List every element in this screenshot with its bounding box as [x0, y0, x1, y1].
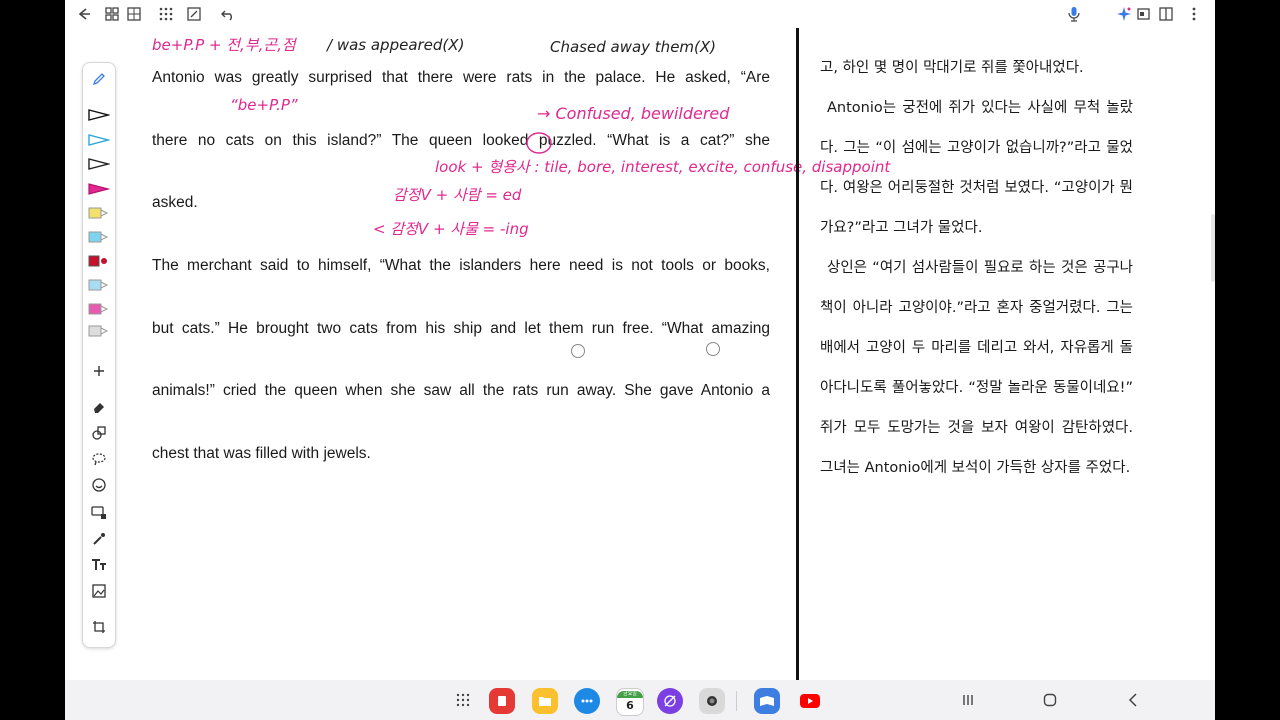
youtube-app-icon[interactable]	[797, 688, 823, 714]
notes-app-icon[interactable]	[489, 688, 515, 714]
english-line: there no cats on this island?” The queen…	[152, 132, 770, 149]
pen-toolbar	[82, 62, 116, 648]
comment-lock-icon[interactable]	[89, 503, 109, 523]
annotation-was-appeared: / was appeared(X)	[327, 36, 465, 54]
korean-line: 가요?”라고 그녀가 물었다.	[820, 220, 983, 236]
selection-handle-end[interactable]	[706, 342, 720, 356]
pen-black-icon[interactable]	[88, 109, 110, 121]
split-icon[interactable]	[1157, 5, 1175, 23]
calendar-day: 6	[626, 698, 634, 712]
selection-handle-start[interactable]	[571, 344, 585, 358]
edit-icon[interactable]	[185, 5, 203, 23]
messages-app-icon[interactable]	[574, 688, 600, 714]
dock-separator	[736, 691, 737, 711]
tablet-screen: Antonio was greatly surprised that there…	[65, 0, 1215, 720]
eraser-icon[interactable]	[89, 397, 109, 417]
annotation-chased-away: Chased away them(X)	[550, 38, 717, 56]
more-icon[interactable]	[1185, 5, 1203, 23]
voice-input-icon[interactable]	[1065, 5, 1083, 23]
annotation-confused: → Confused, bewildered	[537, 104, 730, 123]
korean-line: 다. 여왕은 어리둥절한 것처럼 보였다. “고양이가 뭔	[820, 180, 1133, 196]
lasso-icon[interactable]	[89, 449, 109, 469]
apps-icon[interactable]	[157, 5, 175, 23]
annotation-be-pp-rule: be+P.P + 전,부,곤,점	[152, 36, 296, 54]
korean-line: 아다니도록 풀어놓았다. “정말 놀라운 동물이네요!”	[820, 380, 1133, 396]
highlighter-magenta-icon[interactable]	[88, 303, 110, 315]
image-tool-icon[interactable]	[89, 581, 109, 601]
annotation-emotion-ed: 감정V + 사람 = ed	[393, 186, 522, 204]
camera-app-icon[interactable]	[699, 688, 725, 714]
bottom-navbar: 금요일 6	[65, 680, 1215, 720]
folder-app-icon[interactable]	[532, 688, 558, 714]
undo-icon[interactable]	[219, 5, 237, 23]
annotation-emotion-ing: < 감정V + 사물 = -ing	[373, 220, 529, 238]
pen-dark-icon[interactable]	[88, 158, 110, 170]
top-toolbar	[65, 0, 1215, 28]
korean-line: 고, 하인 몇 명이 막대기로 쥐를 쫓아내었다.	[820, 60, 1084, 76]
korean-line: 책이 아니라 고양이야.”라고 혼자 중얼거렸다. 그는	[820, 300, 1133, 316]
korean-line: 상인은 “여기 섬사람들이 필요로 하는 것은 공구나	[827, 260, 1133, 276]
marker-red-icon[interactable]	[88, 255, 110, 267]
back-nav-icon[interactable]	[1123, 690, 1143, 710]
sparkle-icon[interactable]	[1115, 5, 1133, 23]
side-panel-handle[interactable]	[1211, 214, 1215, 282]
pen-blue-icon[interactable]	[88, 134, 110, 146]
english-line: chest that was filled with jewels.	[152, 445, 371, 462]
view-toggle-icon[interactable]	[103, 5, 121, 23]
page-divider	[796, 28, 799, 680]
book-app-icon[interactable]	[754, 688, 780, 714]
add-pen-icon[interactable]	[89, 361, 109, 381]
recent-apps-icon[interactable]	[958, 690, 978, 710]
korean-line: 쥐가 모두 도망가는 것을 보자 여왕이 감탄하였다.	[820, 420, 1133, 436]
calendar-app-icon[interactable]: 금요일 6	[616, 688, 644, 716]
crop-tool-icon[interactable]	[89, 617, 109, 637]
home-icon[interactable]	[1040, 690, 1060, 710]
korean-line: 그녀는 Antonio에게 보석이 가득한 상자를 주었다.	[820, 460, 1131, 476]
document-area[interactable]: Antonio was greatly surprised that there…	[65, 28, 1215, 680]
english-line: The merchant said to himself, “What the …	[152, 257, 770, 274]
calendar-weekday: 금요일	[617, 690, 643, 698]
highlighter-cyan-icon[interactable]	[88, 231, 110, 243]
laser-pointer-icon[interactable]	[89, 529, 109, 549]
english-line: animals!” cried the queen when she saw a…	[152, 382, 770, 399]
pen-tool-icon[interactable]	[89, 69, 109, 89]
english-line: but cats.” He brought two cats from his …	[152, 320, 770, 337]
annotation-be-pp-quote: “be+P.P”	[230, 96, 298, 114]
app-drawer-icon[interactable]	[453, 690, 473, 710]
highlighter-lightblue-icon[interactable]	[88, 279, 110, 291]
english-line: Antonio was greatly surprised that there…	[152, 69, 770, 86]
window-icon[interactable]	[1135, 5, 1153, 23]
annotation-look-adjective: look + 형용사 : tile, bore, interest, excit…	[435, 158, 891, 176]
ink-circle-mark	[526, 132, 552, 154]
browser-app-icon[interactable]	[657, 688, 683, 714]
grid-icon[interactable]	[125, 5, 143, 23]
korean-line: 다. 그는 “이 섬에는 고양이가 없습니까?”라고 물었	[820, 140, 1133, 156]
pen-pink-icon[interactable]	[88, 183, 110, 195]
korean-line: Antonio는 궁전에 쥐가 있다는 사실에 무척 놀랐	[827, 100, 1133, 116]
shape-tool-icon[interactable]	[89, 423, 109, 443]
korean-line: 배에서 고양이 두 마리를 데리고 와서, 자유롭게 돌	[820, 340, 1133, 356]
back-icon[interactable]	[75, 5, 93, 23]
highlighter-gray-icon[interactable]	[88, 325, 110, 337]
highlighter-yellow-icon[interactable]	[88, 207, 110, 219]
text-tool-icon[interactable]	[89, 555, 109, 575]
sticker-icon[interactable]	[89, 475, 109, 495]
